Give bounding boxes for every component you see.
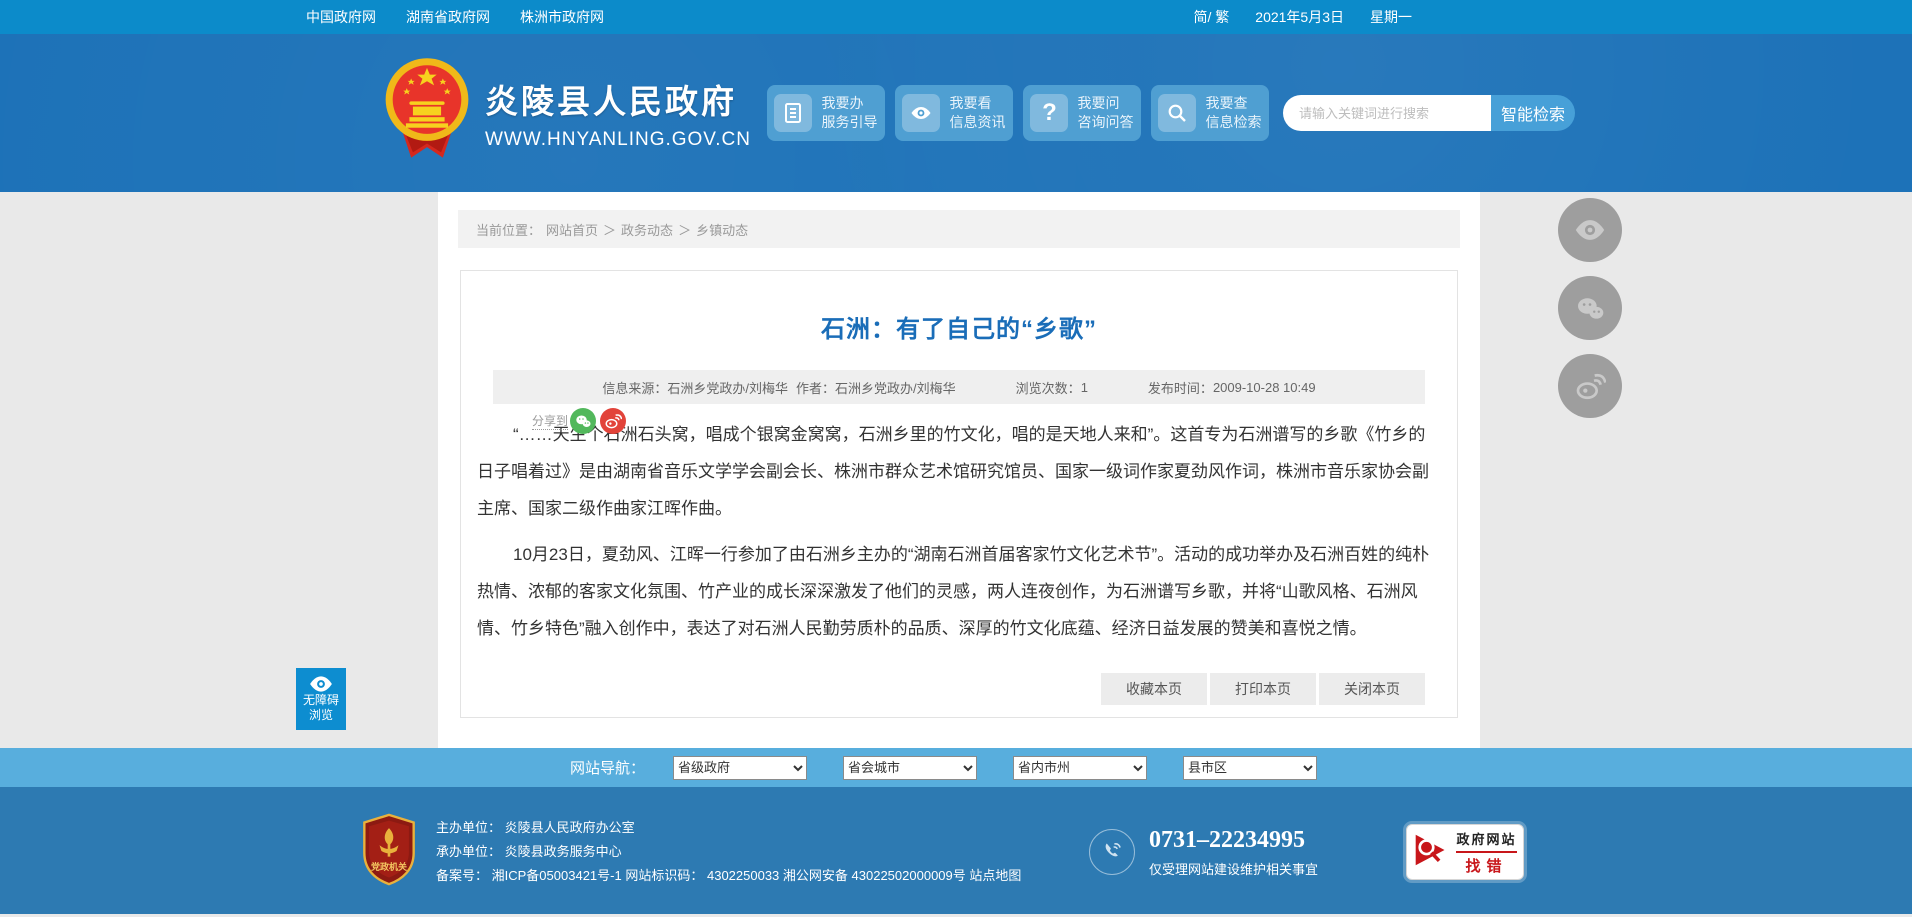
nav-select-provincial[interactable]: 省级政府 (673, 755, 808, 780)
button-wo-yao-kan[interactable]: 我要看 信息资讯 (894, 85, 1013, 141)
gov-links: 中国政府网 湖南省政府网 株洲市政府网 (306, 7, 604, 27)
site-code-value: 4302250033 (706, 868, 780, 883)
wechat-icon[interactable] (1558, 276, 1622, 340)
button-wo-yao-cha[interactable]: 我要查 信息检索 (1150, 85, 1269, 141)
site-logo[interactable]: 炎陵县人民政府 WWW.HNYANLING.GOV.CN (383, 55, 751, 172)
error-badge-bottom-text: 找错 (1465, 857, 1508, 875)
print-page-button[interactable]: 打印本页 (1207, 673, 1316, 705)
bookmark-page-button[interactable]: 收藏本页 (1101, 673, 1207, 705)
weibo-icon[interactable] (1558, 354, 1622, 418)
weibo-share-icon[interactable] (600, 408, 627, 434)
error-badge-top-text: 政府网站 (1456, 829, 1517, 853)
footer: 党政机关 主办单位： 炎陵县人民政府办公室 承办单位： 炎陵县政务服务中心 备案… (0, 790, 1912, 914)
topbar: 中国政府网 湖南省政府网 株洲市政府网 简/ 繁 2021年5月3日 星期一 (0, 0, 1912, 34)
meta-author: 石洲乡党政办/刘梅华 (835, 380, 956, 396)
meta-time: 2009-10-28 10:49 (1212, 379, 1316, 395)
breadcrumb-xiangzhen[interactable]: 乡镇动态 (696, 220, 748, 239)
gov-site-error-report-badge[interactable]: 政府网站 找错 (1406, 824, 1524, 880)
breadcrumb: 当前位置： 网站首页 ＞ 政务动态 ＞ 乡镇动态 (458, 210, 1460, 248)
error-report-icon (1413, 832, 1449, 873)
view-eye-icon[interactable] (1558, 198, 1622, 262)
nav-select-capital-cities[interactable]: 省会城市 (843, 755, 978, 780)
current-weekday: 星期一 (1370, 9, 1412, 25)
breadcrumb-sep: ＞ (678, 222, 692, 238)
wechat-share-icon[interactable] (570, 408, 597, 434)
meta-source-label: 信息来源： (602, 380, 668, 396)
link-hunan-gov[interactable]: 湖南省政府网 (406, 7, 490, 27)
organizer-value: 炎陵县政务服务中心 (504, 844, 622, 859)
national-emblem-icon (383, 55, 471, 172)
site-nav-label: 网站导航： (570, 760, 646, 777)
content-column: 当前位置： 网站首页 ＞ 政务动态 ＞ 乡镇动态 石洲：有了自己的“乡歌” 信息… (438, 192, 1480, 748)
document-icon (774, 94, 813, 132)
link-china-gov[interactable]: 中国政府网 (306, 7, 376, 27)
link-zhuzhou-gov[interactable]: 株洲市政府网 (520, 7, 604, 27)
host-value: 炎陵县人民政府办公室 (504, 820, 635, 835)
breadcrumb-zhengwu[interactable]: 政务动态 (621, 220, 673, 239)
quick-btn-line2: 咨询问答 (1077, 114, 1134, 130)
accessibility-label-1: 无障碍 (302, 693, 339, 707)
accessibility-label-2: 浏览 (308, 708, 333, 722)
site-nav-bar: 网站导航： 省级政府 省会城市 省内市州 县市区 (0, 748, 1912, 790)
quick-btn-line1: 我要查 (1205, 95, 1248, 111)
quick-btn-line1: 我要办 (821, 95, 864, 111)
site-title: 炎陵县人民政府 (485, 83, 737, 120)
meta-views-label: 浏览次数： (1015, 380, 1081, 396)
nav-select-province-cities[interactable]: 省内市州 (1013, 755, 1148, 780)
site-url: WWW.HNYANLING.GOV.CN (485, 129, 751, 150)
phone-icon (1088, 829, 1135, 875)
meta-time-label: 发布时间： (1147, 380, 1213, 396)
button-wo-yao-wen[interactable]: ? 我要问 咨询问答 (1022, 85, 1141, 141)
meta-author-label: 作者： (796, 380, 836, 396)
quick-btn-line1: 我要看 (949, 95, 992, 111)
nav-select-counties[interactable]: 县市区 (1183, 755, 1318, 780)
svg-text:党政机关: 党政机关 (371, 860, 407, 871)
question-icon: ? (1030, 94, 1069, 132)
quick-btn-line2: 信息检索 (1205, 114, 1262, 130)
sitemap-link[interactable]: 站点地图 (969, 868, 1021, 883)
main-area: 当前位置： 网站首页 ＞ 政务动态 ＞ 乡镇动态 石洲：有了自己的“乡歌” 信息… (0, 192, 1912, 748)
quick-btn-line1: 我要问 (1077, 95, 1120, 111)
accessibility-button[interactable]: 无障碍 浏览 (296, 668, 346, 730)
button-wo-yao-ban[interactable]: 我要办 服务引导 (766, 85, 885, 141)
breadcrumb-label: 当前位置： (476, 222, 542, 238)
meta-views: 1 (1080, 379, 1088, 395)
quick-service-buttons: 我要办 服务引导 我要看 信息资讯 ? 我要问 咨询问答 我要查 信息检索 (766, 85, 1269, 141)
search-bar: 智能检索 (1282, 95, 1575, 131)
close-page-button[interactable]: 关闭本页 (1316, 673, 1425, 705)
phone-note: 仅受理网站建设维护相关事宜 (1148, 861, 1318, 877)
phone-number: 0731–22234995 (1148, 826, 1305, 853)
article-title: 石洲：有了自己的“乡歌” (821, 316, 1097, 343)
police-record[interactable]: 湘公网安备 43022502000009号 (783, 868, 966, 883)
organizer-label: 承办单位： (436, 844, 502, 859)
accessibility-eye-icon (310, 676, 332, 692)
lang-toggle[interactable]: 简/ 繁 (1194, 7, 1230, 27)
breadcrumb-sep: ＞ (603, 222, 617, 238)
quick-btn-line2: 信息资讯 (949, 114, 1006, 130)
search-icon (1158, 94, 1197, 132)
share-widget: 分享到 (532, 408, 627, 434)
floating-toolbar (1558, 198, 1622, 418)
article-actions: 收藏本页 打印本页 关闭本页 (493, 673, 1425, 705)
breadcrumb-home[interactable]: 网站首页 (546, 220, 598, 239)
share-label[interactable]: 分享到 (532, 412, 569, 430)
current-date: 2021年5月3日 (1255, 9, 1344, 25)
site-header: 炎陵县人民政府 WWW.HNYANLING.GOV.CN 我要办 服务引导 我要… (0, 34, 1912, 192)
article-paragraph-2: 10月23日，夏劲风、江晖一行参加了由石洲乡主办的“湖南石洲首届客家竹文化艺术节… (477, 545, 1430, 638)
footer-info: 主办单位： 炎陵县人民政府办公室 承办单位： 炎陵县政务服务中心 备案号： 湘I… (436, 816, 1021, 888)
icp-number[interactable]: 湘ICP备05003421号-1 (492, 868, 622, 883)
article-card: 石洲：有了自己的“乡歌” 信息来源： 石洲乡党政办/刘梅华 作者： 石洲乡党政办… (460, 270, 1458, 718)
host-label: 主办单位： (436, 820, 502, 835)
icp-label: 备案号： (436, 868, 489, 883)
quick-btn-line2: 服务引导 (821, 114, 878, 130)
article-meta-bar: 信息来源： 石洲乡党政办/刘梅华 作者： 石洲乡党政办/刘梅华 浏览次数： 1 … (493, 370, 1425, 404)
search-input[interactable] (1282, 95, 1491, 131)
article-body: 分享到 “……天生个石洲石头窝，唱成个银窝金窝窝，石洲乡里的竹文化，唱的是天地人… (477, 404, 1441, 647)
eye-icon (902, 94, 941, 132)
contact-phone: 0731–22234995 仅受理网站建设维护相关事宜 (1088, 826, 1318, 878)
meta-source: 石洲乡党政办/刘梅华 (667, 380, 789, 396)
smart-search-button[interactable]: 智能检索 (1490, 95, 1575, 131)
site-code-label: 网站标识码： (625, 868, 704, 883)
party-gov-badge-icon[interactable]: 党政机关 (360, 813, 418, 892)
